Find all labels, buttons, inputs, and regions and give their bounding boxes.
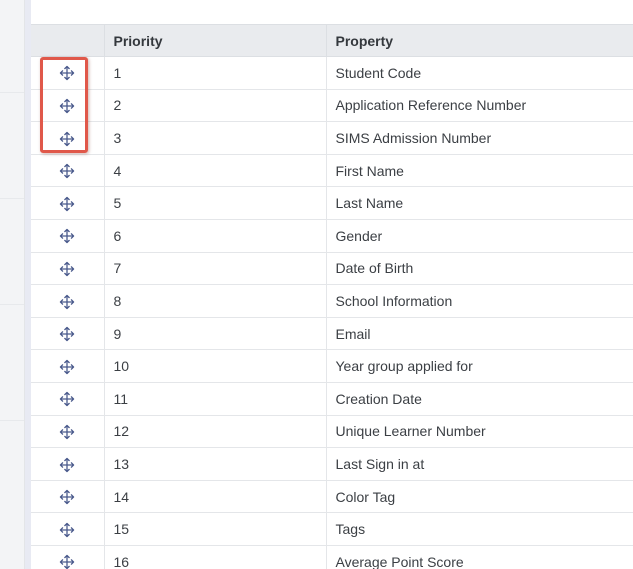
priority-cell: 5 — [104, 186, 327, 220]
property-cell: Application Reference Number — [326, 89, 633, 123]
table-row[interactable]: 3 SIMS Admission Number — [31, 121, 633, 155]
property-cell: Creation Date — [326, 382, 633, 416]
gutter-divider — [0, 198, 24, 199]
move-icon[interactable] — [59, 359, 75, 375]
table-row[interactable]: 11 Creation Date — [31, 382, 633, 416]
column-header-priority[interactable]: Priority — [104, 24, 327, 57]
table-row[interactable]: 14 Color Tag — [31, 480, 633, 514]
priority-table: Priority Property 1 Student Code 2 Appli… — [31, 24, 633, 569]
drag-handle-cell[interactable] — [31, 512, 105, 546]
column-header-handle — [31, 24, 105, 57]
drag-handle-cell[interactable] — [31, 480, 105, 514]
priority-cell: 2 — [104, 89, 327, 123]
property-cell: Year group applied for — [326, 349, 633, 383]
property-cell: First Name — [326, 154, 633, 188]
property-cell: SIMS Admission Number — [326, 121, 633, 155]
table-row[interactable]: 9 Email — [31, 317, 633, 351]
drag-handle-cell[interactable] — [31, 415, 105, 449]
gutter-divider — [0, 92, 24, 93]
drag-handle-cell[interactable] — [31, 252, 105, 286]
drag-handle-cell[interactable] — [31, 284, 105, 318]
priority-cell: 16 — [104, 545, 327, 569]
drag-handle-cell[interactable] — [31, 89, 105, 123]
table-row[interactable]: 1 Student Code — [31, 56, 633, 90]
move-icon[interactable] — [59, 489, 75, 505]
priority-cell: 11 — [104, 382, 327, 416]
drag-handle-cell[interactable] — [31, 545, 105, 569]
drag-handle-cell[interactable] — [31, 56, 105, 90]
property-cell: Tags — [326, 512, 633, 546]
priority-cell: 9 — [104, 317, 327, 351]
property-cell: Date of Birth — [326, 252, 633, 286]
priority-cell: 14 — [104, 480, 327, 514]
priority-cell: 6 — [104, 219, 327, 253]
priority-cell: 7 — [104, 252, 327, 286]
priority-cell: 10 — [104, 349, 327, 383]
move-icon[interactable] — [59, 261, 75, 277]
move-icon[interactable] — [59, 326, 75, 342]
move-icon[interactable] — [59, 522, 75, 538]
priority-cell: 8 — [104, 284, 327, 318]
priority-cell: 4 — [104, 154, 327, 188]
property-cell: Average Point Score — [326, 545, 633, 569]
move-icon[interactable] — [59, 98, 75, 114]
column-header-property[interactable]: Property — [326, 24, 633, 57]
property-cell: Last Name — [326, 186, 633, 220]
move-icon[interactable] — [59, 457, 75, 473]
property-cell: School Information — [326, 284, 633, 318]
property-cell: Unique Learner Number — [326, 415, 633, 449]
property-cell: Last Sign in at — [326, 447, 633, 481]
move-icon[interactable] — [59, 391, 75, 407]
table-row[interactable]: 13 Last Sign in at — [31, 447, 633, 481]
property-cell: Gender — [326, 219, 633, 253]
table-row[interactable]: 8 School Information — [31, 284, 633, 318]
drag-handle-cell[interactable] — [31, 186, 105, 220]
property-cell: Student Code — [326, 56, 633, 90]
priority-cell: 12 — [104, 415, 327, 449]
move-icon[interactable] — [59, 196, 75, 212]
priority-cell: 15 — [104, 512, 327, 546]
gutter-divider — [0, 420, 24, 421]
priority-table-container: Priority Property 1 Student Code 2 Appli… — [31, 24, 633, 569]
table-row[interactable]: 12 Unique Learner Number — [31, 415, 633, 449]
drag-handle-cell[interactable] — [31, 121, 105, 155]
table-row[interactable]: 10 Year group applied for — [31, 349, 633, 383]
property-cell: Email — [326, 317, 633, 351]
drag-handle-cell[interactable] — [31, 382, 105, 416]
priority-cell: 3 — [104, 121, 327, 155]
move-icon[interactable] — [59, 131, 75, 147]
table-row[interactable]: 15 Tags — [31, 512, 633, 546]
move-icon[interactable] — [59, 424, 75, 440]
table-body: 1 Student Code 2 Application Reference N… — [31, 56, 633, 569]
table-row[interactable]: 7 Date of Birth — [31, 252, 633, 286]
table-row[interactable]: 6 Gender — [31, 219, 633, 253]
move-icon[interactable] — [59, 65, 75, 81]
move-icon[interactable] — [59, 554, 75, 569]
left-gutter — [0, 0, 25, 569]
table-row[interactable]: 16 Average Point Score — [31, 545, 633, 569]
priority-cell: 1 — [104, 56, 327, 90]
table-row[interactable]: 4 First Name — [31, 154, 633, 188]
table-header-row: Priority Property — [31, 24, 633, 57]
table-row[interactable]: 5 Last Name — [31, 186, 633, 220]
drag-handle-cell[interactable] — [31, 219, 105, 253]
property-cell: Color Tag — [326, 480, 633, 514]
drag-handle-cell[interactable] — [31, 349, 105, 383]
move-icon[interactable] — [59, 294, 75, 310]
drag-handle-cell[interactable] — [31, 317, 105, 351]
drag-handle-cell[interactable] — [31, 447, 105, 481]
move-icon[interactable] — [59, 228, 75, 244]
gutter-divider — [0, 304, 24, 305]
priority-cell: 13 — [104, 447, 327, 481]
table-row[interactable]: 2 Application Reference Number — [31, 89, 633, 123]
drag-handle-cell[interactable] — [31, 154, 105, 188]
move-icon[interactable] — [59, 163, 75, 179]
